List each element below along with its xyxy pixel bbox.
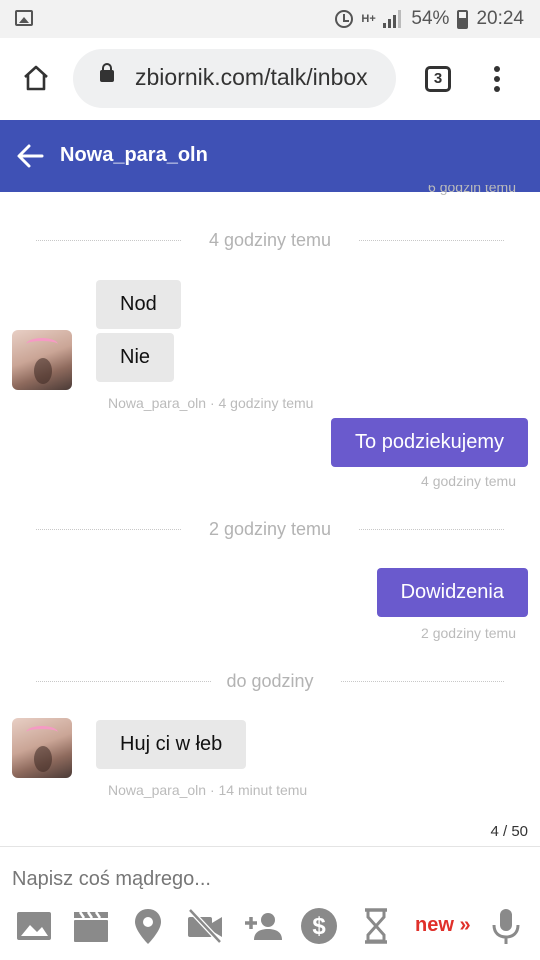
message-counter: 4 / 50: [490, 823, 528, 840]
alarm-icon: [335, 10, 354, 28]
lock-icon: [100, 63, 114, 82]
location-pin-icon[interactable]: [128, 906, 168, 946]
battery-icon: [457, 9, 469, 29]
status-bar: H+ 54% 20:24: [0, 0, 540, 38]
hourglass-icon[interactable]: [356, 906, 396, 946]
image-icon[interactable]: [14, 906, 54, 946]
signal-icon: [383, 10, 403, 28]
message-input[interactable]: [0, 860, 540, 898]
browser-menu-icon[interactable]: [493, 66, 501, 92]
composer-toolbar: $ new »: [0, 900, 540, 952]
date-divider: do godziny: [36, 671, 504, 691]
conversation-header: Nowa_para_oln: [0, 120, 540, 192]
date-divider-label: 2 godziny temu: [208, 519, 332, 539]
avatar[interactable]: [12, 330, 72, 390]
url-text[interactable]: zbiornik.com/talk/inbox: [135, 64, 368, 91]
address-bar[interactable]: zbiornik.com/talk/inbox: [73, 49, 396, 108]
date-divider: 2 godziny temu: [36, 519, 504, 539]
date-divider-label: do godziny: [226, 671, 314, 691]
no-camera-icon[interactable]: [185, 906, 225, 946]
microphone-icon[interactable]: [486, 906, 526, 946]
incoming-message[interactable]: Huj ci w łeb: [96, 720, 247, 769]
network-type: H+: [361, 13, 376, 25]
composer-divider: [0, 846, 540, 847]
browser-toolbar: zbiornik.com/talk/inbox 3: [0, 38, 540, 120]
new-button[interactable]: new »: [415, 914, 471, 937]
incoming-message[interactable]: Nod: [96, 280, 181, 329]
video-icon[interactable]: [71, 906, 111, 946]
battery-percent: 54%: [411, 8, 450, 29]
date-divider-label: 4 godziny temu: [208, 230, 332, 250]
dollar-icon[interactable]: $: [299, 906, 339, 946]
date-divider: 4 godziny temu: [36, 230, 504, 250]
outgoing-message[interactable]: Dowidzenia: [376, 568, 528, 617]
svg-text:$: $: [312, 913, 326, 940]
clock: 20:24: [476, 8, 524, 29]
message-meta: Nowa_para_oln · 14 minut temu: [108, 782, 308, 798]
clipped-timestamp: 6 godzin temu: [428, 185, 516, 195]
avatar[interactable]: [12, 718, 72, 778]
gallery-notification-icon: [15, 10, 33, 26]
message-meta: 4 godziny temu: [421, 473, 516, 489]
status-bar-right: H+ 54% 20:24: [335, 7, 524, 31]
message-meta: 2 godziny temu: [421, 625, 516, 641]
conversation-title[interactable]: Nowa_para_oln: [60, 144, 208, 167]
tab-switcher-button[interactable]: 3: [425, 66, 451, 92]
incoming-message[interactable]: Nie: [96, 333, 175, 382]
add-person-icon[interactable]: [243, 906, 283, 946]
back-arrow-icon[interactable]: [16, 142, 44, 170]
home-icon[interactable]: [22, 64, 50, 92]
outgoing-message[interactable]: To podziekujemy: [331, 418, 528, 467]
message-meta: Nowa_para_oln · 4 godziny temu: [108, 395, 314, 411]
